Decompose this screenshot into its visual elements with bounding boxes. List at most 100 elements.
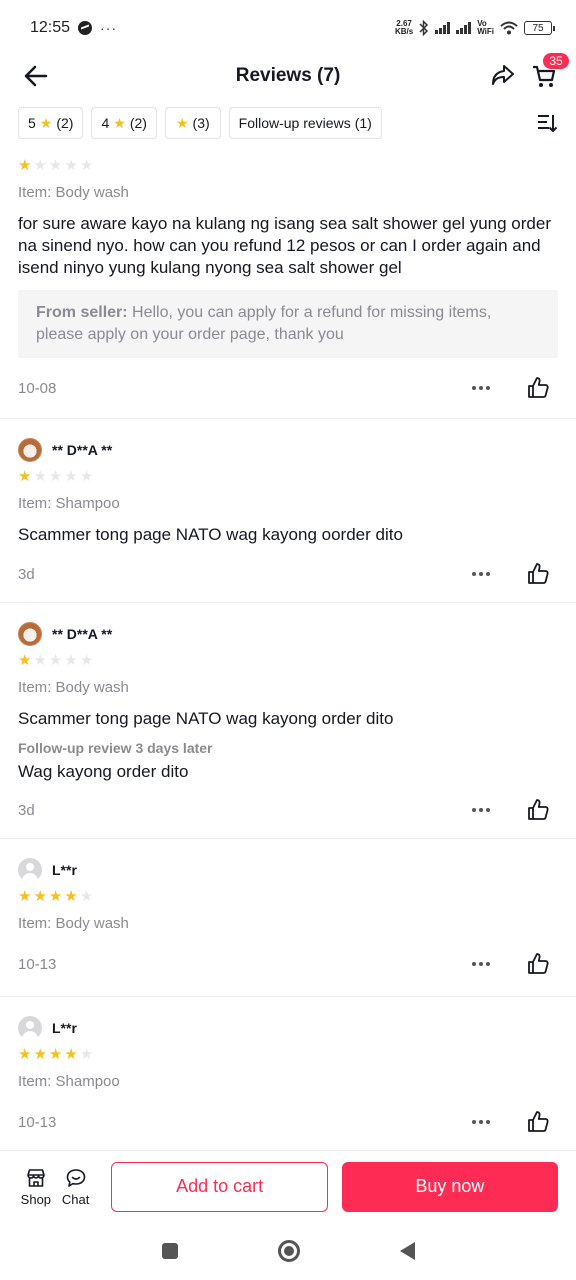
review-footer: 10-08: [18, 358, 558, 418]
star-empty-icon: ★: [79, 888, 94, 905]
avatar[interactable]: [18, 438, 42, 462]
star-empty-icon: ★: [33, 652, 47, 669]
sort-icon[interactable]: [536, 112, 558, 134]
header: Reviews (7) 35: [0, 52, 576, 96]
status-time: 12:55: [30, 19, 71, 36]
cart-button[interactable]: 35: [530, 52, 570, 90]
star-icon: ★: [175, 114, 189, 131]
thumbs-up-icon[interactable]: [526, 376, 550, 400]
bluetooth-icon: [419, 20, 429, 36]
more-dots-icon[interactable]: [466, 376, 496, 400]
review-item: ** D**A ** ★ ★ ★ ★ ★ Item: Body wash Scammer…: [0, 603, 576, 839]
reviewer-name: L**r: [52, 862, 77, 878]
shop-icon: [27, 1168, 45, 1187]
review-item: L**r ★ ★ ★ ★ ★ Item: Shampoo 10-13: [0, 997, 576, 1154]
status-bar: 12:55 ··· 2.67 KB/s Vo WiFi 75: [0, 0, 576, 56]
star-filled-icon: ★: [18, 652, 32, 669]
more-dots-icon[interactable]: [466, 1110, 496, 1134]
messenger-icon: [78, 21, 93, 35]
star-empty-icon: ★: [48, 652, 63, 669]
chat-button[interactable]: Chat: [58, 1167, 94, 1207]
status-left: 12:55 ···: [30, 19, 117, 37]
wifi-icon: [500, 21, 518, 35]
avatar[interactable]: [18, 858, 42, 882]
star-filled-icon: ★: [33, 1046, 47, 1063]
reviewer-name: ** D**A **: [52, 626, 113, 642]
filter-chip-label: Follow-up reviews: [238, 115, 351, 131]
chat-icon: [66, 1168, 85, 1187]
filter-chip-4-star[interactable]: 4 ★ (2): [91, 107, 157, 139]
star-rating: ★ ★ ★ ★ ★: [18, 469, 558, 485]
review-item-label: Item: Body wash: [18, 679, 129, 696]
filter-chip-label: 5: [28, 115, 36, 131]
avatar[interactable]: [18, 1016, 42, 1040]
filter-chip-count: (2): [129, 115, 147, 131]
review-date: 10-13: [18, 1113, 57, 1131]
cart-count-badge: 35: [542, 52, 570, 70]
followup-label: Follow-up review 3 days later: [18, 740, 213, 756]
avatar[interactable]: [18, 622, 42, 646]
filter-chips: 5 ★ (2) 4 ★ (2) ★ (3) Follow-up reviews …: [18, 107, 558, 139]
thumbs-up-icon[interactable]: [526, 1110, 550, 1134]
review-item-label: Item: Body wash: [18, 184, 129, 201]
status-right: 2.67 KB/s Vo WiFi 75: [394, 20, 555, 36]
review-text: Scammer tong page NATO wag kayong oorder…: [18, 525, 403, 544]
thumbs-up-icon[interactable]: [526, 798, 550, 822]
star-empty-icon: ★: [48, 468, 63, 485]
more-dots-icon[interactable]: [466, 562, 496, 586]
share-icon[interactable]: [490, 62, 516, 88]
review-list: ★ ★ ★ ★ ★ Item: Body wash for sure aware kay…: [0, 146, 576, 1154]
battery-icon: 75: [524, 21, 555, 35]
star-empty-icon: ★: [64, 157, 78, 174]
chat-label: Chat: [61, 1191, 90, 1207]
review-date: 3d: [18, 801, 35, 819]
back-triangle-icon[interactable]: [399, 1242, 415, 1260]
more-dots-icon[interactable]: [466, 798, 496, 822]
reviewer: L**r: [18, 857, 558, 883]
buy-now-button[interactable]: Buy now: [341, 1161, 559, 1212]
star-empty-icon: ★: [79, 468, 94, 485]
filter-chip-count: (1): [354, 115, 372, 131]
star-empty-icon: ★: [33, 468, 47, 485]
shop-button[interactable]: Shop: [18, 1167, 54, 1207]
star-filled-icon: ★: [64, 1046, 78, 1063]
status-more-icon: ···: [100, 20, 118, 36]
star-empty-icon: ★: [48, 157, 63, 174]
star-rating: ★ ★ ★ ★ ★: [18, 889, 558, 905]
star-icon: ★: [39, 114, 53, 131]
home-icon[interactable]: [277, 1240, 300, 1262]
filter-chip-count: (3): [192, 115, 210, 131]
page-title: Reviews (7): [235, 65, 341, 86]
star-filled-icon: ★: [18, 468, 32, 485]
star-rating: ★ ★ ★ ★ ★: [18, 1047, 558, 1063]
star-filled-icon: ★: [18, 1046, 32, 1063]
filter-chip-5-star[interactable]: 5 ★ (2): [18, 107, 84, 139]
star-empty-icon: ★: [79, 652, 94, 669]
reviewer: ** D**A **: [18, 621, 558, 647]
review-item: ★ ★ ★ ★ ★ Item: Body wash for sure aware kay…: [0, 146, 576, 419]
star-rating: ★ ★ ★ ★ ★: [18, 158, 558, 174]
star-icon: ★: [113, 114, 126, 131]
back-arrow-icon[interactable]: [22, 62, 50, 90]
shop-label: Shop: [20, 1191, 52, 1207]
star-filled-icon: ★: [48, 1046, 63, 1063]
star-empty-icon: ★: [33, 157, 47, 174]
filter-chip-1-star[interactable]: ★ (3): [164, 107, 221, 139]
thumbs-up-icon[interactable]: [526, 952, 550, 976]
star-empty-icon: ★: [79, 157, 94, 174]
filter-chip-follow-up[interactable]: Follow-up reviews (1): [228, 107, 382, 139]
review-item-label: Item: Shampoo: [18, 495, 120, 512]
review-item-label: Item: Body wash: [18, 915, 129, 932]
review-footer: 10-13: [18, 932, 558, 996]
network-speed-unit: KB/s: [394, 27, 414, 36]
more-dots-icon[interactable]: [466, 952, 496, 976]
reviewer-name: L**r: [52, 1020, 77, 1036]
review-date: 10-13: [18, 955, 57, 973]
add-to-cart-button[interactable]: Add to cart: [111, 1161, 328, 1212]
reviewer: L**r: [18, 1015, 558, 1041]
system-nav-bar: [0, 1222, 576, 1280]
recent-apps-icon[interactable]: [161, 1243, 178, 1259]
thumbs-up-icon[interactable]: [526, 562, 550, 586]
vowifi-bottom: WiFi: [477, 27, 494, 36]
review-footer: 10-13: [18, 1090, 558, 1154]
